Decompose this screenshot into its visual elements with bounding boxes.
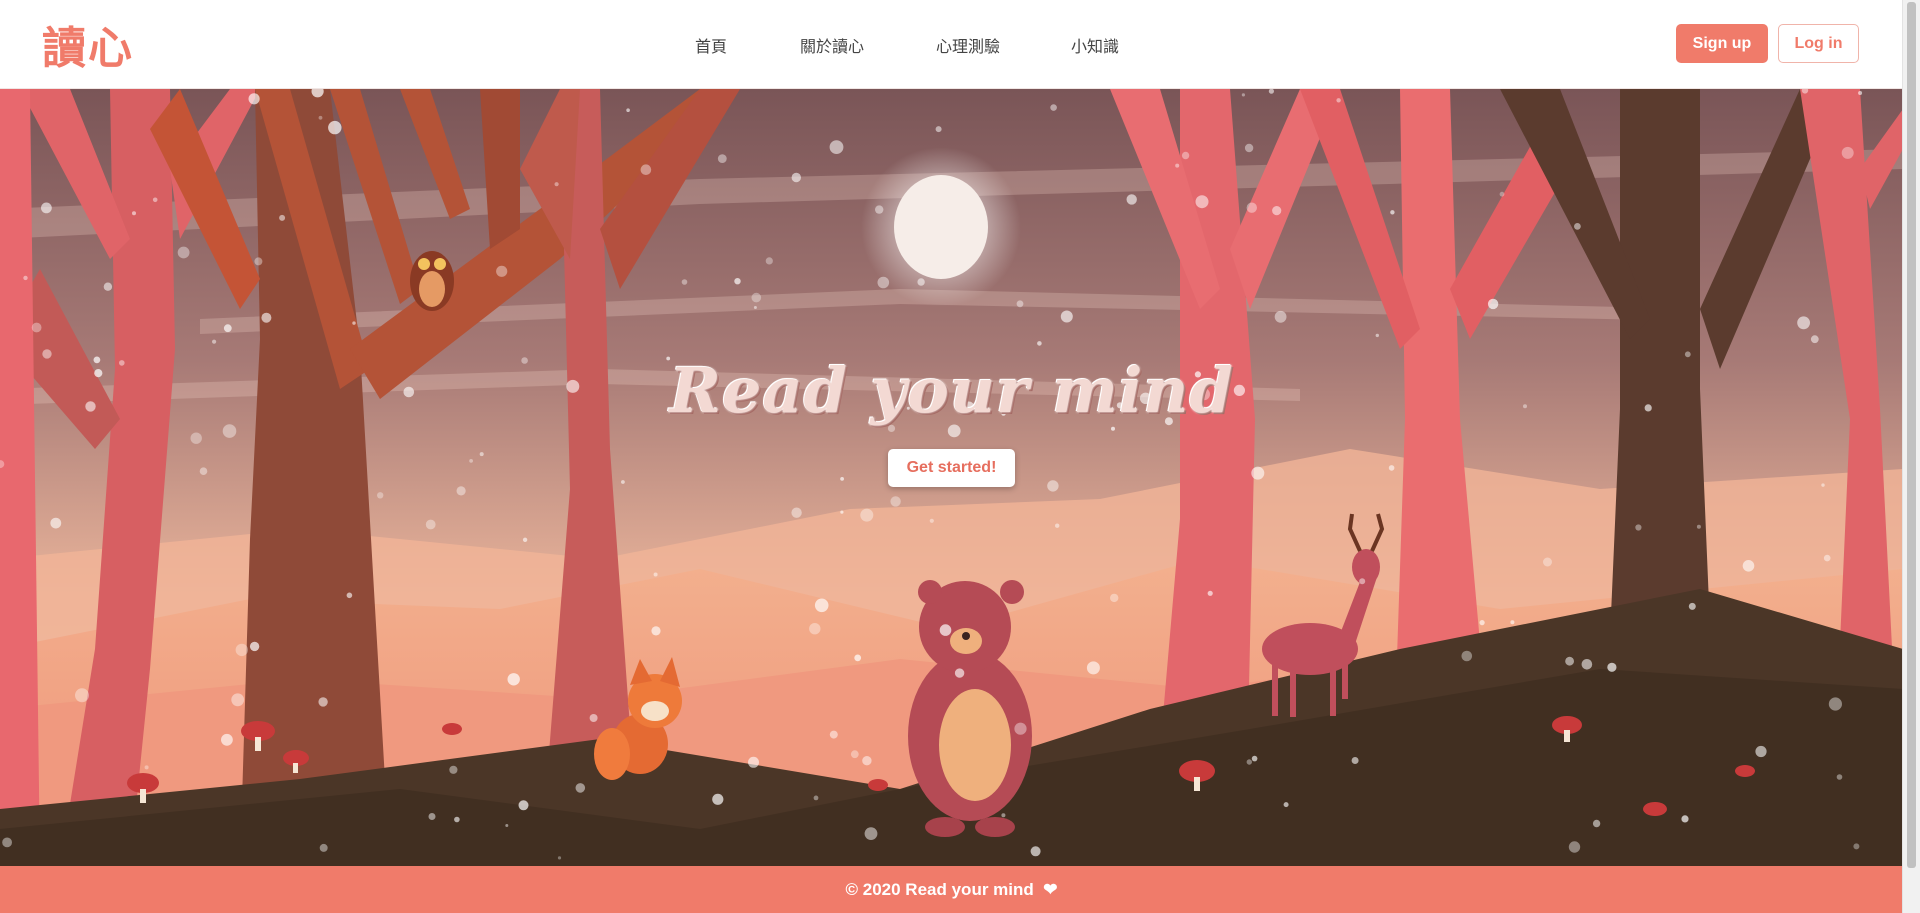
page: 讀心 首頁 關於讀心 心理測驗 小知識 Sign up Log in Read … <box>0 0 1903 913</box>
sign-up-button[interactable]: Sign up <box>1676 24 1768 63</box>
hero-title: Read your mind <box>669 354 1234 427</box>
heart-icon: ❤ <box>1038 880 1058 899</box>
scrollbar-thumb[interactable] <box>1907 2 1916 868</box>
logo[interactable]: 讀心 <box>42 19 134 74</box>
footer: © 2020 Read your mind ❤ <box>0 866 1903 913</box>
owl-icon <box>410 251 454 311</box>
log-in-button[interactable]: Log in <box>1778 24 1859 63</box>
vertical-scrollbar[interactable] <box>1902 0 1920 913</box>
nav-link-about[interactable]: 關於讀心 <box>800 33 864 57</box>
hero: Read your mind Get started! <box>0 89 1903 866</box>
nav-link-knowledge[interactable]: 小知識 <box>1071 33 1119 57</box>
navbar: 讀心 首頁 關於讀心 心理測驗 小知識 Sign up Log in <box>0 0 1903 89</box>
nav-link-home[interactable]: 首頁 <box>695 33 727 57</box>
nav-link-psych-tests[interactable]: 心理測驗 <box>936 33 1000 57</box>
main-nav: 首頁 關於讀心 心理測驗 小知識 <box>0 0 1903 89</box>
get-started-button[interactable]: Get started! <box>888 449 1015 487</box>
copyright-text: © 2020 Read your mind <box>845 880 1034 899</box>
